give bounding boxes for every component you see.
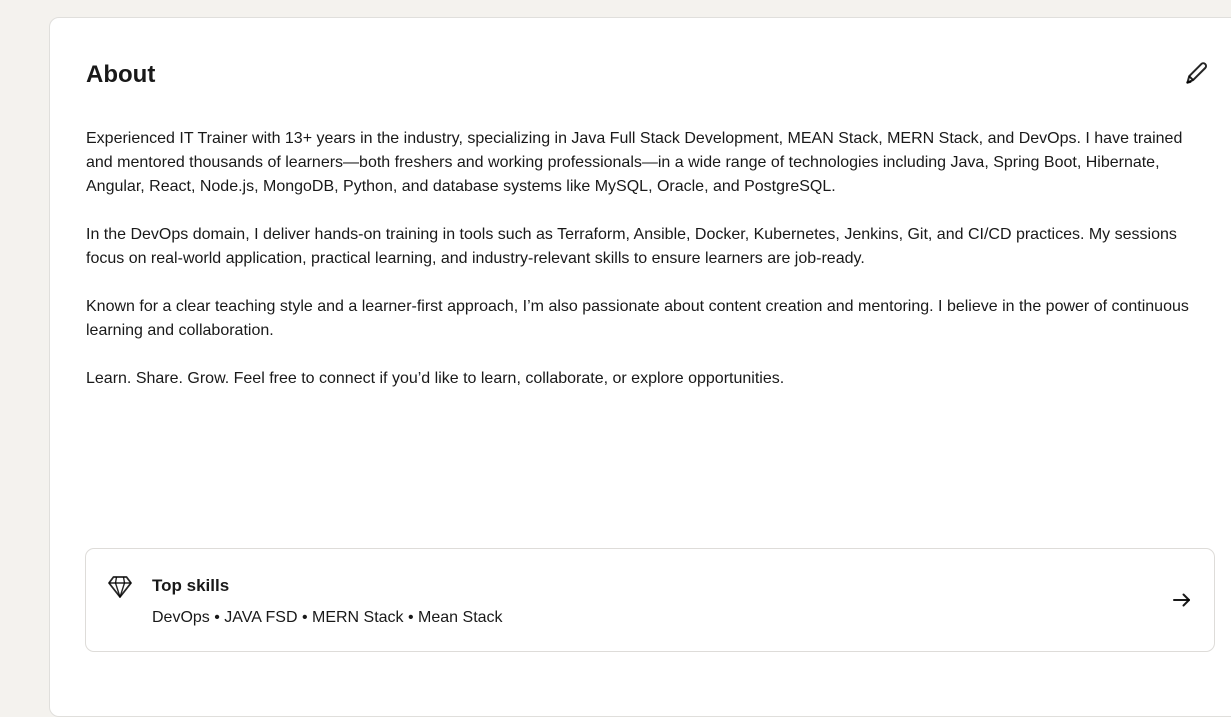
about-paragraph: In the DevOps domain, I deliver hands-on… xyxy=(86,226,1177,267)
about-title: About xyxy=(86,61,156,88)
diamond-icon xyxy=(108,576,132,598)
about-paragraph: Learn. Share. Grow. Feel free to connect… xyxy=(86,370,785,387)
top-skills-heading: Top skills xyxy=(152,576,230,595)
pencil-icon xyxy=(1186,62,1208,84)
top-skills-card[interactable]: Top skills DevOps • JAVA FSD • MERN Stac… xyxy=(85,548,1215,652)
top-skills-list: DevOps • JAVA FSD • MERN Stack • Mean St… xyxy=(152,609,503,626)
about-description: Experienced IT Trainer with 13+ years in… xyxy=(86,127,1206,415)
about-paragraph: Known for a clear teaching style and a l… xyxy=(86,298,1189,339)
arrow-right-icon[interactable] xyxy=(1171,589,1193,611)
about-paragraph: Experienced IT Trainer with 13+ years in… xyxy=(86,130,1183,195)
edit-about-button[interactable] xyxy=(1176,54,1216,94)
about-card: About Experienced IT Trainer with 13+ ye… xyxy=(49,17,1231,717)
